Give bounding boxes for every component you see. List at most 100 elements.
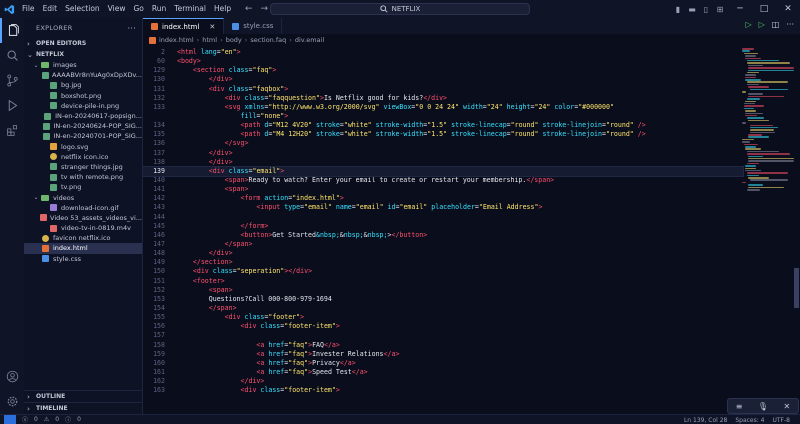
menu-lines-icon[interactable]: ≡	[736, 402, 743, 411]
account-icon[interactable]	[0, 364, 24, 389]
code-line[interactable]: 159 <a href="faq">Invester Relations</a>	[143, 350, 743, 359]
close-window-button[interactable]: ✕	[776, 0, 800, 18]
code-line[interactable]: 155 <div class="footer">	[143, 313, 743, 322]
code-line[interactable]: 141 <span>	[143, 185, 743, 194]
tree-file[interactable]: logo.svg	[24, 142, 142, 152]
code-line[interactable]: 151 <footer>	[143, 277, 743, 286]
code-line[interactable]: 129 <section class="faq">	[143, 66, 743, 75]
code-line[interactable]: 145 </form>	[143, 222, 743, 231]
tree-folder[interactable]: ⌄ videos	[24, 192, 142, 202]
tree-file[interactable]: tv with remote.png	[24, 172, 142, 182]
tree-file[interactable]: Video 53_assets_videos_vi...	[24, 213, 142, 223]
code-line[interactable]: 132 <div class="faqquestion">Is Netflix …	[143, 94, 743, 103]
back-arrow-icon[interactable]: ←	[245, 4, 253, 14]
menu-edit[interactable]: Edit	[39, 0, 62, 18]
settings-gear-icon[interactable]	[0, 389, 24, 414]
code-line[interactable]: 156 <div class="footer-item">	[143, 322, 743, 331]
more-actions-icon[interactable]: ···	[786, 20, 794, 29]
timeline-section[interactable]: › TIMELINE	[24, 402, 143, 414]
menu-go[interactable]: Go	[129, 0, 147, 18]
run-icon[interactable]: ▷	[745, 20, 751, 29]
tree-file[interactable]: tv.png	[24, 182, 142, 192]
breadcrumb-item[interactable]: body	[226, 36, 242, 44]
code-line[interactable]: 134 <path d="M12 4V20" stroke="white" st…	[143, 121, 743, 130]
layout-sidebar-left-icon[interactable]: ▮	[672, 0, 684, 18]
code-line[interactable]: 138 </div>	[143, 158, 743, 167]
go-live-icon[interactable]: ▷	[759, 20, 765, 29]
menu-help[interactable]: Help	[210, 0, 235, 18]
vertical-scrollbar[interactable]	[794, 268, 799, 308]
tree-file[interactable]: IN-en-20240701-POP_SIG...	[24, 131, 142, 141]
encoding[interactable]: UTF-8	[773, 417, 791, 424]
tree-file[interactable]: netflix icon.ico	[24, 152, 142, 162]
tree-folder[interactable]: ⌄ images	[24, 60, 142, 70]
layout-panel-icon[interactable]: ▬	[686, 0, 698, 18]
code-line[interactable]: 130 </div>	[143, 75, 743, 84]
split-editor-icon[interactable]: ◫	[772, 20, 780, 29]
remote-indicator[interactable]	[4, 414, 16, 424]
minimap[interactable]	[738, 48, 795, 248]
open-editors-section[interactable]: › OPEN EDITORS	[24, 38, 142, 49]
close-icon[interactable]: ✕	[209, 23, 215, 31]
code-line[interactable]: 149 </section>	[143, 258, 743, 267]
menu-run[interactable]: Run	[148, 0, 170, 18]
tree-file[interactable]: IN-en-20240617-popsign...	[24, 111, 142, 121]
code-line[interactable]: 2 <html lang="en">	[143, 48, 743, 57]
menu-file[interactable]: File	[18, 0, 39, 18]
indentation[interactable]: Spaces: 4	[735, 417, 764, 424]
outline-section[interactable]: › OUTLINE	[24, 390, 143, 402]
code-line[interactable]: 148 </div>	[143, 249, 743, 258]
tree-file[interactable]: style.css	[24, 254, 142, 264]
menu-terminal[interactable]: Terminal	[170, 0, 210, 18]
code-line[interactable]: 160 <a href="faq">Privacy</a>	[143, 359, 743, 368]
cursor-position[interactable]: Ln 139, Col 28	[684, 417, 727, 424]
code-line[interactable]: 139 <div class="email">	[142, 165, 744, 177]
code-line[interactable]: 158 <a href="faq">FAQ</a>	[143, 341, 743, 350]
errors-icon[interactable]: ⓧ	[22, 415, 28, 424]
code-line[interactable]: 163 <div class="footer-item">	[143, 386, 743, 395]
microphone-icon[interactable]: 🎙	[758, 402, 768, 411]
extensions-icon[interactable]	[0, 118, 24, 143]
run-debug-icon[interactable]	[0, 93, 24, 118]
code-line[interactable]: 154 </span>	[143, 304, 743, 313]
tree-file[interactable]: index.html	[24, 243, 142, 254]
search-view-icon[interactable]	[0, 43, 24, 68]
code-line[interactable]: 60 <body>	[143, 57, 743, 66]
code-line[interactable]: 150 <div class="seperation"></div>	[143, 267, 743, 276]
command-center[interactable]: NETFLIX	[270, 3, 530, 15]
code-line[interactable]: 147 </span>	[143, 240, 743, 249]
code-line[interactable]: 140 <span>Ready to watch? Enter your ema…	[143, 176, 743, 185]
tree-file[interactable]: favicon netflix.ico	[24, 233, 142, 243]
menu-selection[interactable]: Selection	[61, 0, 104, 18]
code-editor[interactable]: 2 <html lang="en"> 60 <body> 129 <section cl…	[142, 48, 744, 414]
minimize-button[interactable]: ─	[728, 0, 752, 18]
breadcrumb-item[interactable]: section.faq	[250, 36, 286, 44]
source-control-icon[interactable]	[0, 68, 24, 93]
maximize-button[interactable]: □	[752, 0, 776, 18]
code-line[interactable]: 153 Questions?Call 000-800-979-1694	[143, 295, 743, 304]
tab-index-html[interactable]: index.html ✕	[143, 18, 225, 34]
tree-file[interactable]: bg.jpg	[24, 80, 142, 90]
code-line[interactable]: 131 <div class="faqbox">	[143, 85, 743, 94]
layout-sidebar-right-icon[interactable]: ▯	[700, 0, 712, 18]
code-line[interactable]: 161 <a href="faq">Speed Test</a>	[143, 368, 743, 377]
close-icon[interactable]: ✕	[784, 402, 791, 411]
code-line[interactable]: 137 </div>	[143, 149, 743, 158]
tree-file[interactable]: boxshot.png	[24, 91, 142, 101]
code-line[interactable]: 143 <input type="email" name="email" id=…	[143, 203, 743, 212]
breadcrumb-item[interactable]: index.html	[159, 36, 194, 44]
customize-layout-icon[interactable]: ⊞	[714, 0, 726, 18]
tree-file[interactable]: AAAABVr8nYuAg0xDpXDv...	[24, 70, 142, 80]
info-icon[interactable]: ⓘ	[65, 415, 71, 424]
breadcrumb-item[interactable]: html	[202, 36, 217, 44]
code-line[interactable]: 152 <span>	[143, 286, 743, 295]
forward-arrow-icon[interactable]: →	[261, 4, 269, 14]
explorer-icon[interactable]	[0, 18, 24, 43]
code-line[interactable]: 144	[143, 213, 743, 222]
tree-file[interactable]: device-pile-in.png	[24, 101, 142, 111]
code-line[interactable]: 133 <svg xmlns="http://www.w3.org/2000/s…	[143, 103, 743, 112]
tree-file[interactable]: download-icon.gif	[24, 203, 142, 213]
code-line[interactable]: 135 <path d="M4 12H20" stroke="white" st…	[143, 130, 743, 139]
code-line[interactable]: 162 </div>	[143, 377, 743, 386]
warnings-icon[interactable]: ⚠	[44, 416, 49, 423]
